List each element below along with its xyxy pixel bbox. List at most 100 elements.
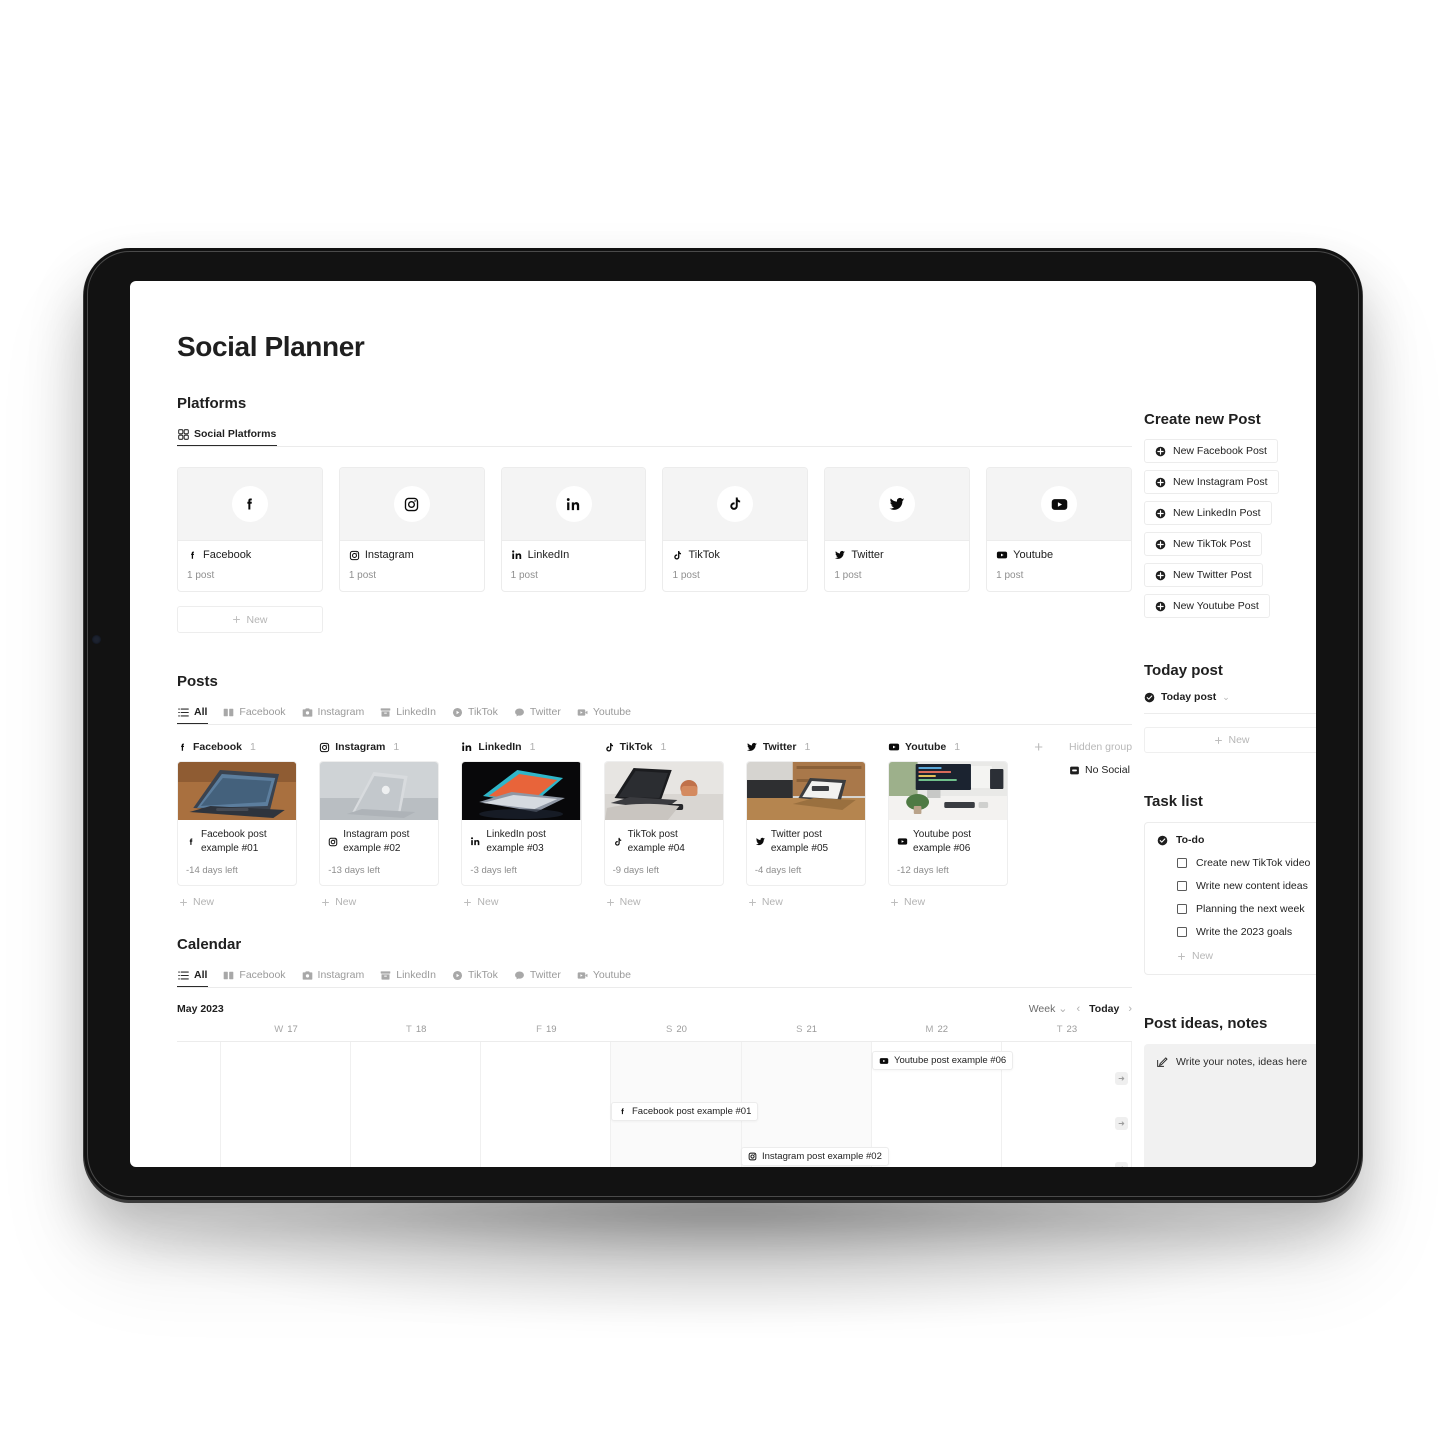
video-icon [577, 970, 588, 981]
platform-card-twitter[interactable]: Twitter 1 post [824, 467, 971, 592]
new-post-button[interactable]: New [177, 886, 297, 908]
post-card[interactable]: LinkedIn post example #03 -3 days left [461, 761, 582, 886]
tab-calendar-tiktok[interactable]: TikTok [451, 966, 499, 987]
add-group-button[interactable]: + [1030, 739, 1047, 756]
tab-social-platforms[interactable]: Social Platforms [177, 425, 278, 446]
tiktok-icon [717, 486, 754, 522]
checkbox[interactable] [1177, 927, 1187, 937]
calendar-today-button[interactable]: Today [1089, 1003, 1119, 1015]
tab-calendar-twitter[interactable]: Twitter [513, 966, 562, 987]
task-item[interactable]: Write new content ideas [1157, 880, 1316, 892]
new-platform-button[interactable]: New [177, 606, 323, 633]
youtube-icon [888, 741, 900, 753]
tab-calendar-instagram[interactable]: Instagram [301, 966, 366, 987]
checkbox[interactable] [1177, 858, 1187, 868]
task-item[interactable]: Write the 2023 goals [1157, 926, 1316, 938]
tab-label: Twitter [529, 706, 561, 718]
calendar-scroll-right-button[interactable]: ➜ [1115, 1072, 1128, 1085]
post-card[interactable]: TikTok post example #04 -9 days left [603, 761, 724, 886]
new-tiktok-post-button[interactable]: New TikTok Post [1144, 532, 1262, 556]
board-column-header[interactable]: Instagram 1 [319, 741, 439, 761]
today-post-group[interactable]: Today post ⌄ [1144, 691, 1316, 714]
hidden-group-item[interactable]: No Social [1069, 764, 1132, 776]
post-card[interactable]: Youtube post example #06 -12 days left [888, 761, 1009, 886]
post-card[interactable]: Facebook post example #01 -14 days left [177, 761, 298, 886]
video-icon [577, 707, 588, 718]
notes-box[interactable]: Write your notes, ideas here [1144, 1044, 1316, 1167]
platform-card-name-row: Youtube [996, 549, 1122, 561]
tab-posts-youtube[interactable]: Youtube [576, 703, 632, 724]
board-column-header[interactable]: Youtube 1 [888, 741, 1008, 761]
board-column-header[interactable]: Twitter 1 [746, 741, 866, 761]
task-new-button[interactable]: New [1157, 950, 1316, 962]
chevron-down-icon[interactable]: ⌄ [1222, 692, 1230, 703]
button-label: New Twitter Post [1173, 569, 1252, 581]
calendar-next-button[interactable]: › [1128, 1003, 1132, 1015]
tab-posts-instagram[interactable]: Instagram [301, 703, 366, 724]
button-label: New LinkedIn Post [1173, 507, 1261, 519]
platform-card-facebook[interactable]: Facebook 1 post [177, 467, 323, 592]
plus-circle-icon [1155, 570, 1166, 581]
calendar-scroll-right-button[interactable]: ➜ [1115, 1117, 1128, 1130]
task-item[interactable]: Create new TikTok video [1157, 857, 1316, 869]
tab-posts-facebook[interactable]: Facebook [222, 703, 286, 724]
tab-posts-linkedin[interactable]: LinkedIn [379, 703, 437, 724]
new-instagram-post-button[interactable]: New Instagram Post [1144, 470, 1279, 494]
calendar-scroll-right-button[interactable]: ➜ [1115, 1162, 1128, 1167]
post-card-days: -9 days left [612, 865, 660, 876]
calendar-event-title: Instagram post example #02 [762, 1151, 882, 1162]
new-post-button[interactable]: New [888, 886, 1008, 908]
calendar-event[interactable]: Facebook post example #01 [611, 1102, 759, 1121]
calendar-event[interactable]: Youtube post example #06 [872, 1051, 1014, 1070]
new-post-button[interactable]: New [319, 886, 439, 908]
board-column-header[interactable]: TikTok 1 [604, 741, 724, 761]
calendar-view-select[interactable]: Week ⌄ [1029, 1002, 1068, 1015]
tab-calendar-youtube[interactable]: Youtube [576, 966, 632, 987]
task-label: Create new TikTok video [1196, 857, 1311, 869]
task-group-header[interactable]: To-do [1157, 834, 1316, 846]
calendar-cell[interactable] [1002, 1042, 1132, 1167]
platform-card-count: 1 post [996, 570, 1024, 581]
calendar-month-label: May 2023 [177, 1002, 224, 1015]
platform-card-label: Instagram [364, 549, 414, 561]
notes-section: Post ideas, notes Write your notes, idea… [1144, 1015, 1316, 1167]
tab-posts-twitter[interactable]: Twitter [513, 703, 562, 724]
calendar-cell[interactable] [351, 1042, 482, 1167]
board-column-header[interactable]: Facebook 1 [177, 741, 297, 761]
checkbox[interactable] [1177, 881, 1187, 891]
plus-circle-icon [1155, 601, 1166, 612]
platform-card-linkedin[interactable]: LinkedIn 1 post [500, 467, 647, 592]
post-card-days: -4 days left [754, 865, 802, 876]
chat-icon [514, 970, 525, 981]
checkbox[interactable] [1177, 904, 1187, 914]
new-twitter-post-button[interactable]: New Twitter Post [1144, 563, 1263, 587]
calendar-prev-button[interactable]: ‹ [1077, 1003, 1081, 1015]
board-column-header[interactable]: LinkedIn 1 [461, 741, 581, 761]
linkedin-icon [555, 486, 592, 522]
new-linkedin-post-button[interactable]: New LinkedIn Post [1144, 501, 1272, 525]
new-facebook-post-button[interactable]: New Facebook Post [1144, 439, 1278, 463]
new-youtube-post-button[interactable]: New Youtube Post [1144, 594, 1270, 618]
today-post-section: Today post Today post ⌄ New [1144, 662, 1316, 753]
platform-card-youtube[interactable]: Youtube 1 post [986, 467, 1132, 592]
tab-posts-tiktok[interactable]: TikTok [451, 703, 499, 724]
platform-card-instagram[interactable]: Instagram 1 post [338, 467, 485, 592]
new-post-button[interactable]: New [746, 886, 866, 908]
platform-card-body: Youtube 1 post [987, 540, 1131, 591]
task-item[interactable]: Planning the next week [1157, 903, 1316, 915]
new-post-button[interactable]: New [461, 886, 581, 908]
today-new-button[interactable]: New [1144, 727, 1316, 753]
platform-card-count: 1 post [834, 570, 862, 581]
tab-calendar-all[interactable]: All [177, 966, 209, 987]
new-post-button[interactable]: New [604, 886, 724, 908]
platform-card-tiktok[interactable]: TikTok 1 post [662, 467, 809, 592]
tab-calendar-linkedin[interactable]: LinkedIn [379, 966, 437, 987]
post-card[interactable]: Instagram post example #02 -13 days left [319, 761, 440, 886]
post-card[interactable]: Twitter post example #05 -4 days left [745, 761, 867, 886]
tab-calendar-facebook[interactable]: Facebook [222, 966, 286, 987]
calendar-cell[interactable] [481, 1042, 612, 1167]
calendar-cell[interactable] [221, 1042, 352, 1167]
calendar-event[interactable]: Instagram post example #02 [741, 1147, 889, 1166]
post-card-title: Facebook post example #01 [201, 829, 267, 854]
tab-posts-all[interactable]: All [177, 703, 209, 724]
